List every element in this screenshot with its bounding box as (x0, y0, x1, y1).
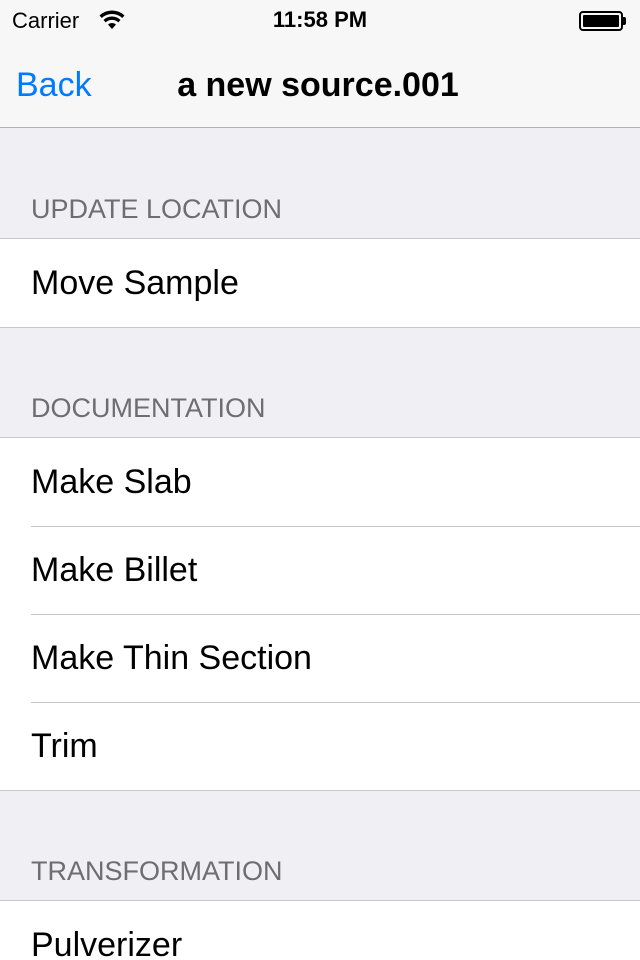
list-item-label: Move Sample (31, 264, 239, 302)
list-item-label: Trim (31, 727, 98, 765)
list-item-make-billet[interactable]: Make Billet (0, 526, 640, 614)
list-item-trim[interactable]: Trim (0, 702, 640, 790)
section-header-transformation: TRANSFORMATION (0, 791, 640, 900)
navigation-header: Carrier 11:58 PM Back a new source.001 (0, 0, 640, 128)
section-documentation: Make Slab Make Billet Make Thin Section … (0, 437, 640, 791)
status-bar: Carrier 11:58 PM (0, 0, 640, 40)
list-item-label: Make Thin Section (31, 639, 312, 677)
table-view[interactable]: UPDATE LOCATION Move Sample DOCUMENTATIO… (0, 129, 640, 960)
list-item-label: Pulverizer (31, 926, 183, 960)
list-item-label: Make Billet (31, 551, 198, 589)
list-item-label: Make Slab (31, 463, 192, 501)
list-item-pulverizer[interactable]: Pulverizer (0, 901, 640, 960)
section-header-label: TRANSFORMATION (31, 856, 283, 886)
section-header-documentation: DOCUMENTATION (0, 328, 640, 437)
list-item-make-thin-section[interactable]: Make Thin Section (0, 614, 640, 702)
page-title: a new source.001 (177, 66, 459, 104)
section-header-label: DOCUMENTATION (31, 393, 266, 423)
list-item-move-sample[interactable]: Move Sample (0, 239, 640, 327)
section-update-location: Move Sample (0, 238, 640, 328)
list-item-make-slab[interactable]: Make Slab (0, 438, 640, 526)
battery-icon (579, 11, 627, 31)
section-transformation: Pulverizer (0, 900, 640, 960)
section-header-label: UPDATE LOCATION (31, 194, 283, 224)
section-header-update-location: UPDATE LOCATION (0, 129, 640, 238)
status-time: 11:58 PM (272, 7, 368, 32)
